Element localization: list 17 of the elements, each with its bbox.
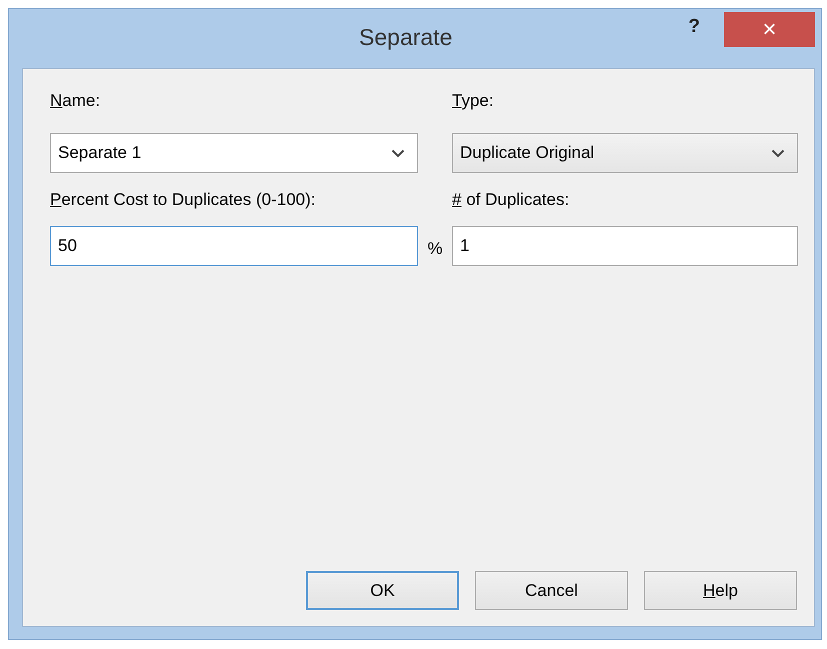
unit-label: %: [427, 238, 443, 259]
field-label: Type:: [452, 91, 495, 111]
input-field[interactable]: 1: [452, 226, 798, 266]
dropdown[interactable]: Separate 1: [50, 133, 418, 173]
dropdown[interactable]: Duplicate Original: [452, 133, 798, 173]
dialog-button[interactable]: OK: [306, 571, 459, 610]
chevron-down-icon: [771, 148, 785, 158]
help-button[interactable]: ?: [682, 9, 706, 39]
window-title: Separate: [358, 23, 454, 51]
dialog-button[interactable]: Help: [644, 571, 797, 610]
field-label: Percent Cost to Duplicates (0-100):: [50, 190, 317, 210]
field-label: # of Duplicates:: [452, 190, 570, 210]
close-button[interactable]: ×: [724, 12, 815, 47]
field-label: Name:: [50, 91, 102, 111]
input-field[interactable]: 50: [50, 226, 418, 266]
dialog-button[interactable]: Cancel: [475, 571, 628, 610]
chevron-down-icon: [391, 148, 405, 158]
